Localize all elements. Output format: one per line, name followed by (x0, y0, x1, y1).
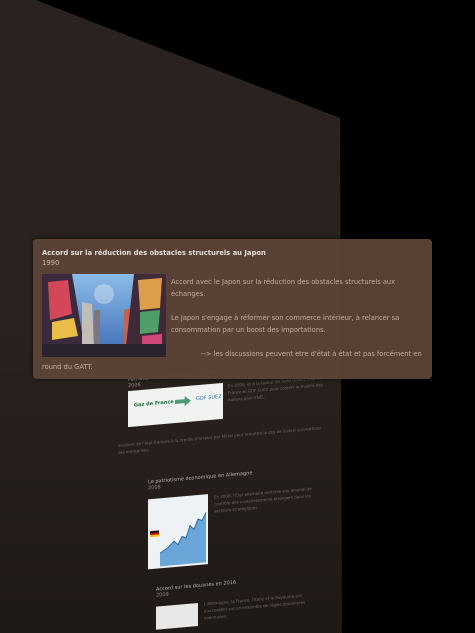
popup-paragraph-2: Le Japon s'engage à réformer son commerc… (171, 314, 400, 334)
background-timeline: Patriotisme économique en France 2006 Ga… (118, 353, 338, 633)
popup-paragraph-3-continued: round du GATT. (42, 363, 93, 371)
gaz-de-france-logo: Gaz de France (134, 399, 174, 409)
chart-thumbnail (148, 494, 208, 570)
germany-flag-icon (150, 530, 159, 538)
popup-year: 1990 (42, 259, 60, 267)
popup-paragraph-1: Accord avec le Japon sur la réduction de… (171, 278, 396, 298)
entry-text: En 2008, l'État allemand renforce son ar… (214, 486, 312, 514)
gdf-suez-logo: GDF SUEZ (196, 393, 222, 403)
gear-image (156, 603, 198, 631)
gdf-suez-image: Gaz de France GDF SUEZ (128, 382, 223, 428)
popup-paragraph-3: --> les discussions peuvent etre d'état … (201, 350, 422, 358)
popup-title: Accord sur la réduction des obstacles st… (42, 249, 266, 257)
arrow-right-icon (175, 396, 191, 407)
event-popup-card[interactable]: Accord sur la réduction des obstacles st… (33, 239, 432, 379)
entry-caption: Soutient de l'état français à la reprise… (118, 425, 322, 455)
tokyo-street-photo (42, 274, 166, 357)
